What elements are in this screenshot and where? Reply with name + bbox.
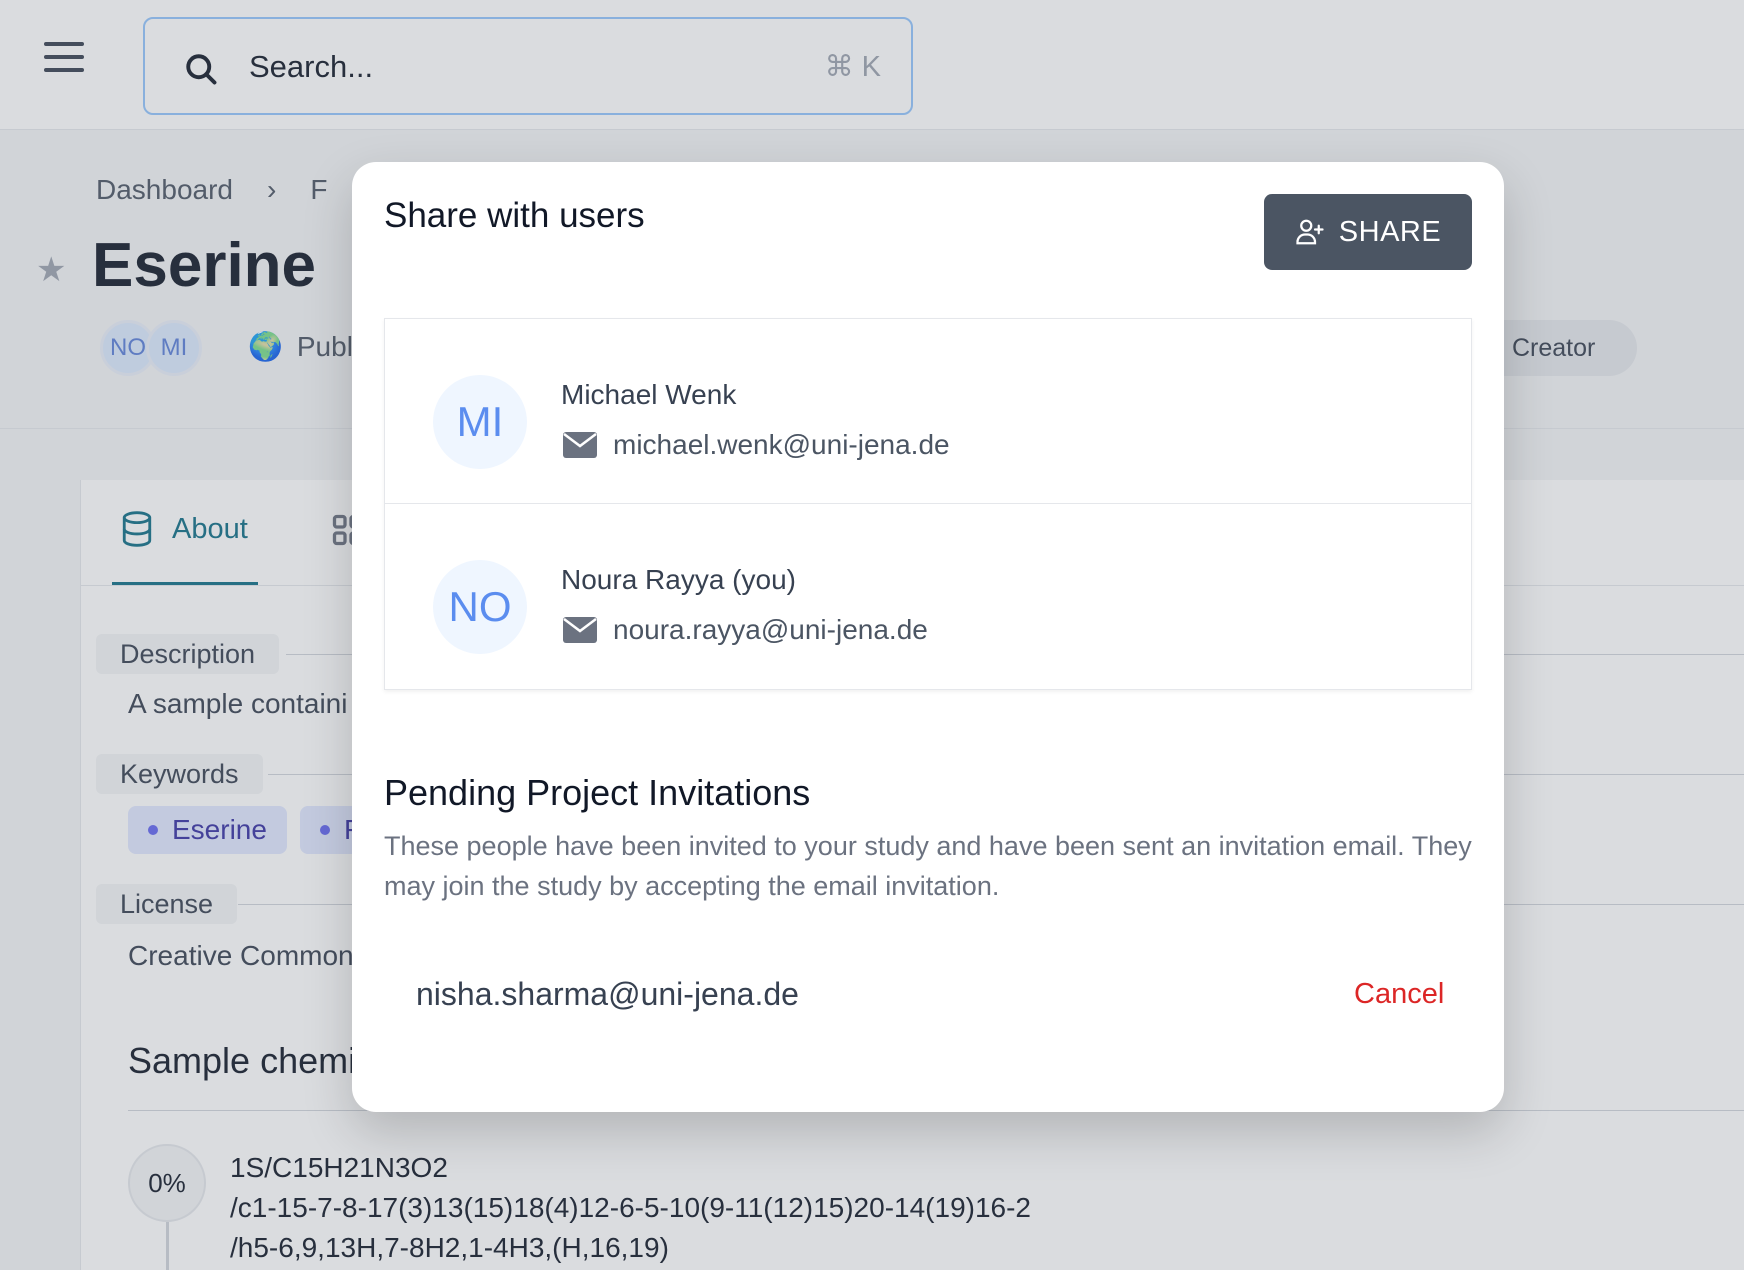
add-user-icon (1296, 219, 1324, 245)
user-email-row: michael.wenk@uni-jena.de (563, 429, 950, 461)
avatar: MI (433, 375, 527, 469)
user-name: Michael Wenk (561, 379, 737, 410)
cancel-invitation-link[interactable]: Cancel (1354, 978, 1444, 1011)
invitation-email: nisha.sharma@uni-jena.de (416, 976, 799, 1012)
mail-icon (563, 432, 597, 458)
share-button-label: SHARE (1338, 215, 1442, 248)
user-name: Noura Rayya (you) (561, 564, 796, 595)
share-button[interactable]: SHARE (1264, 194, 1472, 270)
user-email: noura.rayya@uni-jena.de (613, 614, 928, 645)
share-modal: Share with users SHARE MI Michael Wenk m… (352, 162, 1504, 1112)
pending-invitations-title: Pending Project Invitations (384, 772, 811, 813)
list-item: NO Noura Rayya (you) noura.rayya@uni-jen… (385, 504, 1471, 689)
user-email: michael.wenk@uni-jena.de (613, 429, 950, 460)
user-email-row: noura.rayya@uni-jena.de (563, 614, 928, 646)
mail-icon (563, 617, 597, 643)
user-list: MI Michael Wenk michael.wenk@uni-jena.de… (384, 318, 1472, 690)
modal-title: Share with users (384, 196, 645, 235)
list-item: MI Michael Wenk michael.wenk@uni-jena.de (385, 319, 1471, 504)
avatar: NO (433, 560, 527, 654)
pending-invitations-description: These people have been invited to your s… (384, 831, 1472, 901)
